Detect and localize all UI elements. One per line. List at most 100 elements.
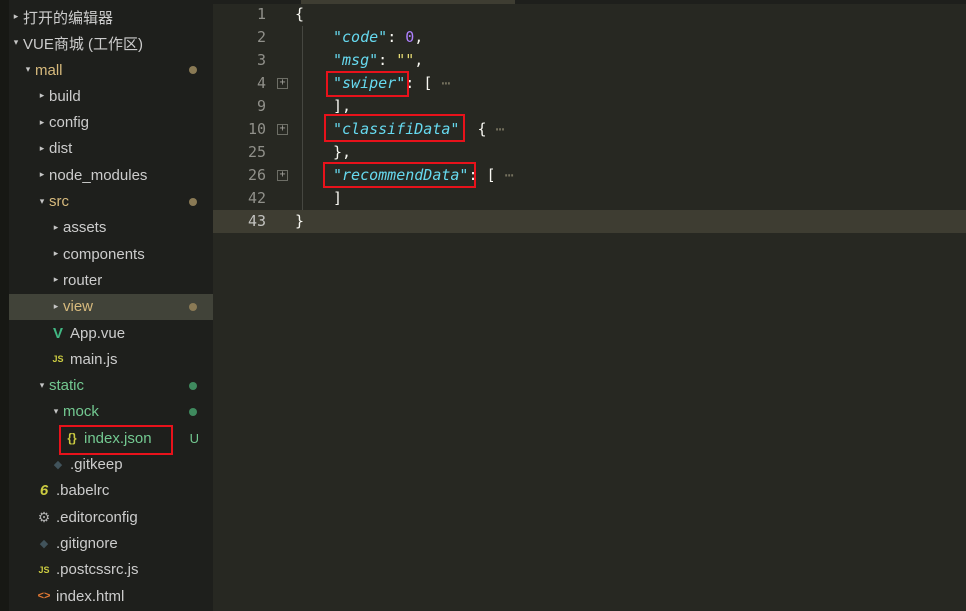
json-key: "recommendData" xyxy=(333,166,469,184)
code-line[interactable]: 2 "code": 0, xyxy=(213,26,966,49)
json-key: "classifiData" xyxy=(333,120,460,138)
tree-item[interactable]: ▾ mall xyxy=(9,57,213,83)
tree-item[interactable]: 6 .babelrc xyxy=(9,478,213,504)
code-text: "code": 0, xyxy=(333,26,423,49)
tree-item-label: index.json xyxy=(84,429,152,447)
code-text: "classifiData": { ⋯ xyxy=(333,118,505,141)
fold-expand-icon[interactable]: + xyxy=(277,124,288,135)
js-icon: JS xyxy=(52,354,64,365)
tree-item[interactable]: JS .postcssrc.js xyxy=(9,557,213,583)
tree-item-label: mall xyxy=(35,61,63,79)
line-number: 1 xyxy=(256,5,266,23)
workspace-header[interactable]: ▾ VUE商城 (工作区) xyxy=(9,30,213,56)
modified-dot xyxy=(189,197,197,206)
fold-expand-icon[interactable]: + xyxy=(277,78,288,89)
tree-item[interactable]: ◆ .gitignore xyxy=(9,530,213,556)
tree-item[interactable]: ◆ .gitkeep xyxy=(9,452,213,478)
code-line[interactable]: 42] xyxy=(213,187,966,210)
code-line[interactable]: 10 + "classifiData": { ⋯ xyxy=(213,118,966,141)
json-separator: : xyxy=(405,74,424,92)
tree-item-label: index.html xyxy=(56,587,125,605)
tree-item[interactable]: V App.vue xyxy=(9,320,213,346)
chevron-down-icon: ▾ xyxy=(53,406,59,417)
tree-item[interactable]: ▾ static xyxy=(9,373,213,399)
code-text: ] xyxy=(333,189,343,207)
tree-item-label: mock xyxy=(63,403,99,421)
chevron-right-icon: ▸ xyxy=(53,222,59,233)
code-text: }, xyxy=(333,143,352,161)
fold-ellipsis: ⋯ xyxy=(486,120,505,138)
tree-item[interactable]: ▾ mock xyxy=(9,399,213,425)
git-icon: ◆ xyxy=(53,459,63,471)
code-text: } xyxy=(295,212,305,230)
code-line[interactable]: 1{ xyxy=(213,3,966,26)
json-punct: , xyxy=(414,28,424,46)
code-text: "swiper": [ ⋯ xyxy=(333,72,450,95)
fold-expand-icon[interactable]: + xyxy=(277,170,288,181)
json-value: { xyxy=(477,120,487,138)
chevron-right-icon: ▸ xyxy=(53,275,59,286)
json-key: "code" xyxy=(333,28,388,46)
tree-item[interactable]: <> index.html xyxy=(9,583,213,609)
tree-item-label: build xyxy=(49,87,81,105)
code-line[interactable]: 3 "msg": "", xyxy=(213,49,966,72)
js-icon: JS xyxy=(38,564,50,575)
modified-dot xyxy=(189,302,197,311)
line-number: 10 xyxy=(247,120,266,138)
code-line[interactable]: 9], xyxy=(213,95,966,118)
chevron-right-icon: ▸ xyxy=(53,249,59,260)
json-key: "swiper" xyxy=(333,74,406,92)
open-editors-label: 打开的编辑器 xyxy=(23,9,114,27)
tree-item[interactable]: ▾ src xyxy=(9,189,213,215)
tree-item-label: .gitkeep xyxy=(70,456,123,473)
code-line[interactable]: 25}, xyxy=(213,141,966,164)
tree-item[interactable]: ⚙ .editorconfig xyxy=(9,504,213,530)
tree-item-label: node_modules xyxy=(49,166,148,184)
git-icon: ◆ xyxy=(39,537,49,550)
json-value: [ xyxy=(423,74,433,92)
line-number: 43 xyxy=(247,212,266,230)
code-line[interactable]: 26 + "recommendData": [ ⋯ xyxy=(213,164,966,187)
explorer-sidebar: ▸ 打开的编辑器 ▾ VUE商城 (工作区) ▾ mall ▸ build ▸ confi… xyxy=(0,0,213,611)
tree-item-label: App.vue xyxy=(70,324,126,342)
chevron-down-icon: ▾ xyxy=(39,196,45,207)
tree-item[interactable]: ▸ view xyxy=(9,293,213,320)
babel-icon: 6 xyxy=(39,482,49,500)
json-key: "msg" xyxy=(333,51,379,69)
tree-item[interactable]: ▸ dist xyxy=(9,136,213,162)
line-number: 4 xyxy=(256,74,266,92)
tree-item-label: main.js xyxy=(70,350,118,368)
line-number: 25 xyxy=(247,143,266,161)
chevron-right-icon: ▸ xyxy=(13,12,19,22)
tree-item[interactable]: JS main.js xyxy=(9,346,213,372)
chevron-right-icon: ▸ xyxy=(39,117,45,128)
tree-item[interactable]: {} index.json U xyxy=(9,425,213,451)
line-number: 3 xyxy=(256,51,266,69)
tree-item[interactable]: ▸ assets xyxy=(9,215,213,241)
vue-icon: V xyxy=(52,324,63,342)
code-line[interactable]: 43} xyxy=(213,210,966,233)
tree-item-label: .postcssrc.js xyxy=(56,561,139,579)
json-value: 0 xyxy=(405,28,415,46)
chevron-right-icon: ▸ xyxy=(39,143,45,154)
json-separator: : xyxy=(459,120,478,138)
code-line[interactable]: 4 + "swiper": [ ⋯ xyxy=(213,72,966,95)
json-separator: : xyxy=(387,28,406,46)
tree-item[interactable]: ▸ components xyxy=(9,241,213,267)
tree-item-label: dist xyxy=(49,140,73,158)
tree-item[interactable]: ▸ router xyxy=(9,267,213,293)
line-number: 2 xyxy=(256,28,266,46)
code-text: "msg": "", xyxy=(333,49,423,72)
open-editors-header[interactable]: ▸ 打开的编辑器 xyxy=(9,4,213,30)
tree-item[interactable]: ▸ build xyxy=(9,83,213,109)
tree-item-label: src xyxy=(49,193,69,210)
tree-item[interactable]: ▸ config xyxy=(9,110,213,136)
tree-item[interactable]: ▸ node_modules xyxy=(9,162,213,188)
chevron-down-icon: ▾ xyxy=(13,38,19,48)
gear-icon: ⚙ xyxy=(37,508,51,525)
code-editor[interactable]: 1{2 "code": 0, 3 "msg": "", 4 + "swiper": [ ⋯ 9… xyxy=(213,0,966,611)
json-separator: : xyxy=(378,51,397,69)
chevron-right-icon: ▸ xyxy=(39,170,45,181)
chevron-right-icon: ▸ xyxy=(39,91,45,102)
tree-item-label: .babelrc xyxy=(56,482,110,500)
